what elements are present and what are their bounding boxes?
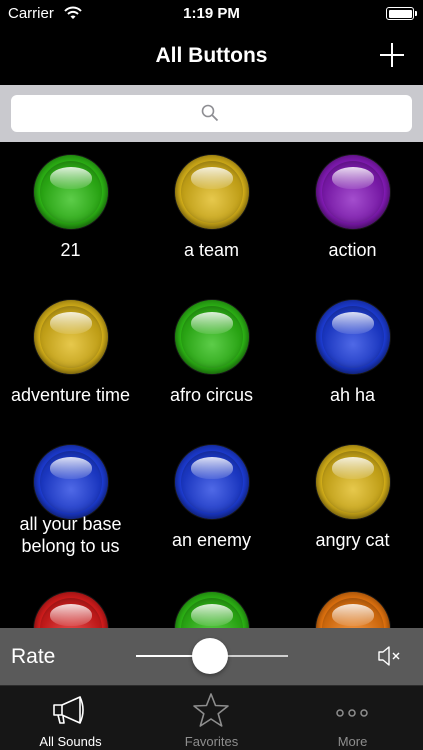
slider-thumb[interactable] [191, 638, 228, 674]
tab-bar: All Sounds Favorites More [0, 685, 423, 750]
sound-button[interactable] [34, 300, 108, 374]
sound-grid: 21 a team action adventure time afro cir… [0, 143, 423, 628]
sound-button[interactable] [316, 445, 390, 519]
sound-item-an-enemy[interactable]: an enemy [141, 433, 282, 573]
tab-more[interactable]: More [282, 686, 423, 750]
rate-slider[interactable] [136, 638, 288, 674]
sound-item-a-team[interactable]: a team [141, 143, 282, 283]
tab-label: All Sounds [39, 734, 102, 749]
sound-button[interactable] [175, 445, 249, 519]
sound-label: adventure time [10, 385, 131, 405]
battery-icon [386, 7, 417, 20]
sound-item-ah-ha[interactable]: ah ha [282, 288, 423, 428]
speaker-muted-icon[interactable] [377, 644, 403, 668]
sound-label: a team [183, 240, 240, 260]
sound-button[interactable] [316, 155, 390, 229]
sound-item-adventure-time[interactable]: adventure time [0, 288, 141, 428]
tab-all-sounds[interactable]: All Sounds [0, 686, 141, 750]
search-bar [0, 85, 423, 142]
sound-button[interactable] [316, 300, 390, 374]
tab-label: Favorites [184, 734, 239, 749]
sound-button[interactable] [175, 155, 249, 229]
sound-button[interactable] [34, 155, 108, 229]
sound-button[interactable] [175, 300, 249, 374]
sound-item-21[interactable]: 21 [0, 143, 141, 283]
tab-label: More [337, 734, 368, 749]
sound-item[interactable] [282, 580, 423, 628]
search-input[interactable] [11, 95, 412, 132]
sound-item-angry-cat[interactable]: angry cat [282, 433, 423, 573]
add-button[interactable] [375, 38, 409, 72]
sound-item-all-your-base[interactable]: all your base belong to us [0, 433, 141, 573]
rate-label: Rate [11, 645, 56, 668]
rate-bar: Rate [0, 628, 423, 685]
page-title: All Buttons [155, 44, 268, 67]
sound-item[interactable] [141, 580, 282, 628]
star-icon [193, 693, 229, 727]
sound-label: all your base belong to us [19, 514, 122, 556]
sound-label: angry cat [315, 530, 390, 550]
sound-button[interactable] [34, 592, 108, 628]
sound-item-afro-circus[interactable]: afro circus [141, 288, 282, 428]
sound-button[interactable] [175, 592, 249, 628]
search-icon [201, 104, 219, 122]
sound-button[interactable] [316, 592, 390, 628]
sound-button[interactable] [34, 445, 108, 519]
megaphone-icon [53, 696, 84, 724]
sound-item[interactable] [0, 580, 141, 628]
sound-item-action[interactable]: action [282, 143, 423, 283]
status-bar: Carrier 1:19 PM [0, 0, 423, 30]
navigation-bar: All Buttons [0, 30, 423, 84]
sound-label: ah ha [329, 385, 376, 405]
status-time: 1:19 PM [183, 5, 240, 22]
tab-favorites[interactable]: Favorites [141, 686, 282, 750]
more-dots-icon [336, 709, 368, 717]
sound-label: an enemy [171, 530, 252, 550]
sound-label: afro circus [169, 385, 254, 405]
sound-label: 21 [60, 240, 81, 260]
sound-label: action [328, 240, 377, 260]
